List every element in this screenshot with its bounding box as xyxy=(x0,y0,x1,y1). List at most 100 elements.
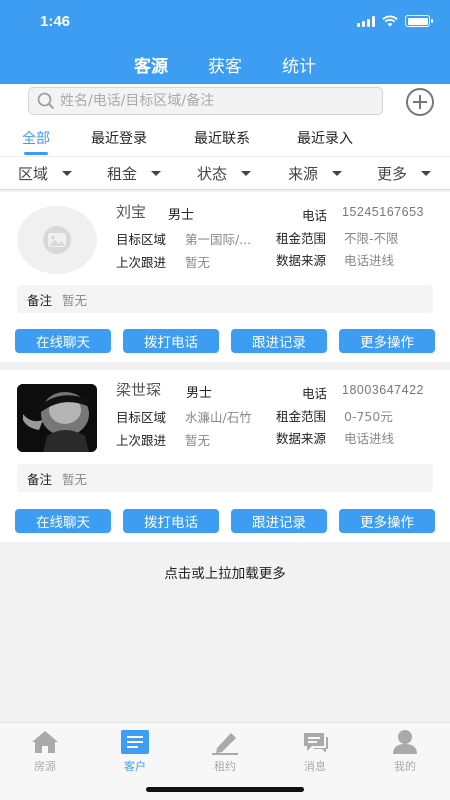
avatar xyxy=(17,384,97,452)
nav-item-messages[interactable]: 消息 xyxy=(280,729,350,774)
caret-down-icon xyxy=(421,171,432,176)
caret-down-icon xyxy=(151,171,162,176)
tab-statistics[interactable]: 统计 xyxy=(282,52,316,77)
phone-value[interactable]: 15245167653 xyxy=(342,205,424,219)
data-source-label: 数据来源 xyxy=(276,431,327,446)
nav-item-listings[interactable]: 房源 xyxy=(10,729,80,774)
add-customer-button[interactable] xyxy=(406,88,434,116)
rent-range-value: 0-750元 xyxy=(344,409,393,424)
dropdown-label: 租金 xyxy=(107,165,138,183)
remark-value: 暂无 xyxy=(62,292,88,308)
house-icon xyxy=(32,731,58,753)
chat-icon xyxy=(304,733,328,753)
caret-down-icon xyxy=(241,171,252,176)
filter-tab-recent-login[interactable]: 最近登录 xyxy=(91,128,147,148)
search-box[interactable] xyxy=(28,87,383,115)
customer-card[interactable]: 刘宝 男士 电话 15245167653 目标区域 第一国际/... 租金范围 … xyxy=(0,192,450,362)
data-source-value: 电话进线 xyxy=(344,253,395,268)
tab-acquire[interactable]: 获客 xyxy=(208,52,242,77)
remark-value: 暂无 xyxy=(62,471,88,487)
filter-tab-recent-contact[interactable]: 最近联系 xyxy=(194,128,250,148)
phone-label: 电话 xyxy=(302,386,328,401)
online-chat-button[interactable]: 在线聊天 xyxy=(15,509,111,533)
follow-record-button[interactable]: 跟进记录 xyxy=(231,329,327,353)
nav-label: 房源 xyxy=(34,760,56,773)
card-actions: 在线聊天 拨打电话 跟进记录 更多操作 xyxy=(0,329,450,353)
last-follow-label: 上次跟进 xyxy=(116,255,167,270)
target-area-value: 水濂山/石竹 xyxy=(185,410,252,425)
more-actions-button[interactable]: 更多操作 xyxy=(339,329,435,353)
dropdown-rent[interactable]: 租金 xyxy=(107,163,162,184)
placeholder-image-icon xyxy=(43,226,71,254)
filter-tab-recent-entry[interactable]: 最近录入 xyxy=(297,128,353,148)
customer-gender: 男士 xyxy=(168,208,195,223)
top-tabs: 客源 获客 统计 xyxy=(0,52,450,77)
avatar xyxy=(17,206,97,274)
battery-icon xyxy=(405,15,433,27)
nav-label: 租约 xyxy=(214,760,236,773)
target-area-label: 目标区域 xyxy=(116,410,167,425)
rent-range-value: 不限-不限 xyxy=(344,231,399,246)
rent-range-label: 租金范围 xyxy=(276,231,327,246)
user-icon xyxy=(393,730,417,754)
home-indicator xyxy=(146,787,304,792)
card-actions: 在线聊天 拨打电话 跟进记录 更多操作 xyxy=(0,509,450,533)
tab-customer-source[interactable]: 客源 xyxy=(134,52,168,77)
dropdown-label: 状态 xyxy=(197,165,228,183)
remark-box: 备注 暂无 xyxy=(17,285,433,313)
load-more-link[interactable]: 点击或上拉加载更多 xyxy=(0,562,450,582)
status-bar: 1:46 xyxy=(0,0,450,44)
filter-tab-all[interactable]: 全部 xyxy=(22,128,50,155)
search-row xyxy=(0,84,450,120)
remark-label: 备注 xyxy=(27,471,53,487)
rent-range-label: 租金范围 xyxy=(276,409,327,424)
phone-value[interactable]: 18003647422 xyxy=(342,383,424,397)
dropdown-label: 来源 xyxy=(288,165,319,183)
status-time: 1:46 xyxy=(40,13,71,30)
nav-label: 客户 xyxy=(124,760,146,773)
app-header: 1:46 客源 获客 统计 xyxy=(0,0,450,84)
list-icon xyxy=(121,730,149,754)
last-follow-value: 暂无 xyxy=(185,433,211,448)
more-actions-button[interactable]: 更多操作 xyxy=(339,509,435,533)
nav-item-profile[interactable]: 我的 xyxy=(370,729,440,774)
search-input[interactable] xyxy=(60,93,370,109)
customer-name: 梁世琛 xyxy=(116,381,162,399)
data-source-value: 电话进线 xyxy=(344,431,395,446)
nav-item-leases[interactable]: 租约 xyxy=(190,729,260,774)
dropdown-area[interactable]: 区域 xyxy=(18,163,73,184)
filter-dropdowns: 区域 租金 状态 来源 更多 xyxy=(0,156,450,190)
nav-label: 我的 xyxy=(394,760,416,773)
caret-down-icon xyxy=(332,171,343,176)
signal-icon xyxy=(357,15,375,27)
customer-name: 刘宝 xyxy=(116,203,147,221)
wifi-icon xyxy=(382,15,398,27)
target-area-label: 目标区域 xyxy=(116,232,167,247)
dropdown-label: 更多 xyxy=(377,165,408,183)
pen-icon xyxy=(212,733,238,755)
search-icon xyxy=(37,92,55,110)
filter-tabs: 全部 最近登录 最近联系 最近录入 xyxy=(0,120,450,156)
caret-down-icon xyxy=(62,171,73,176)
dropdown-status[interactable]: 状态 xyxy=(197,163,252,184)
last-follow-value: 暂无 xyxy=(185,255,211,270)
call-button[interactable]: 拨打电话 xyxy=(123,509,219,533)
phone-label: 电话 xyxy=(302,208,328,223)
status-icons xyxy=(357,15,433,27)
dropdown-more[interactable]: 更多 xyxy=(377,163,432,184)
nav-item-customers[interactable]: 客户 xyxy=(100,729,170,774)
dropdown-source[interactable]: 来源 xyxy=(288,163,343,184)
remark-label: 备注 xyxy=(27,292,53,308)
nav-label: 消息 xyxy=(304,760,326,773)
avatar-photo-icon xyxy=(17,384,97,452)
follow-record-button[interactable]: 跟进记录 xyxy=(231,509,327,533)
remark-box: 备注 暂无 xyxy=(17,464,433,492)
customer-card[interactable]: 梁世琛 男士 电话 18003647422 目标区域 水濂山/石竹 租金范围 0… xyxy=(0,370,450,542)
dropdown-label: 区域 xyxy=(18,165,49,183)
last-follow-label: 上次跟进 xyxy=(116,433,167,448)
online-chat-button[interactable]: 在线聊天 xyxy=(15,329,111,353)
customer-gender: 男士 xyxy=(186,386,213,401)
call-button[interactable]: 拨打电话 xyxy=(123,329,219,353)
target-area-value: 第一国际/... xyxy=(185,232,252,247)
data-source-label: 数据来源 xyxy=(276,253,327,268)
